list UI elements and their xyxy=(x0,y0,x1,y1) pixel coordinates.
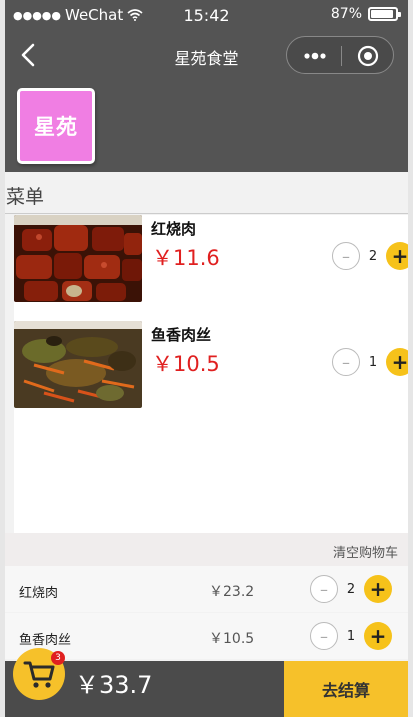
quantity-stepper: – 1 + xyxy=(310,622,392,650)
quantity-stepper: – 2 + xyxy=(310,575,392,603)
more-dots-icon[interactable] xyxy=(301,47,329,65)
cart-item-price: ￥10.5 xyxy=(209,631,255,647)
battery-group: 87% xyxy=(330,6,401,22)
clear-cart-button[interactable]: 清空购物车 xyxy=(333,542,398,561)
quantity-stepper: – 2 + xyxy=(332,242,408,270)
app-screen: ●●●●● WeChat 15:42 87% 星苑食堂 星苑 菜单 红烧肉 ￥1… xyxy=(5,0,408,717)
plus-icon: + xyxy=(369,624,387,648)
store-logo: 星苑 xyxy=(17,88,95,164)
plus-button[interactable]: + xyxy=(386,242,408,270)
battery-percent: 87% xyxy=(330,6,362,22)
plus-icon: + xyxy=(391,244,408,268)
cart-total: ￥33.7 xyxy=(75,671,153,699)
capsule-divider xyxy=(341,46,342,66)
dish-image xyxy=(14,321,142,408)
cart-row: 红烧肉 ￥23.2 – 2 + xyxy=(5,566,408,612)
battery-icon xyxy=(368,7,401,21)
minus-icon: – xyxy=(342,352,350,372)
dish-name: 鱼香肉丝 xyxy=(151,326,212,344)
dish-list: 红烧肉 ￥11.6 – 2 + 鱼香肉丝 ￥10.5 – 1 + xyxy=(14,215,408,533)
plus-button[interactable]: + xyxy=(364,575,392,603)
dish-image xyxy=(14,215,142,302)
store-header: 星苑 xyxy=(5,80,408,172)
quantity-value: 2 xyxy=(368,248,378,264)
minus-icon: – xyxy=(320,579,328,599)
mini-program-capsule xyxy=(286,36,394,74)
cart-item-name: 红烧肉 xyxy=(19,586,59,601)
plus-icon: + xyxy=(369,577,387,601)
dish-name: 红烧肉 xyxy=(151,220,197,238)
quantity-value: 2 xyxy=(346,581,356,597)
nav-bar: 星苑食堂 xyxy=(5,30,408,80)
minus-button[interactable]: – xyxy=(332,242,360,270)
minus-icon: – xyxy=(320,626,328,646)
menu-title: 菜单 xyxy=(5,172,408,214)
checkout-button[interactable]: 去结算 xyxy=(284,661,408,717)
target-icon[interactable] xyxy=(357,45,379,67)
status-bar: ●●●●● WeChat 15:42 87% xyxy=(5,0,408,30)
minus-icon: – xyxy=(342,246,350,266)
dish-price: ￥11.6 xyxy=(152,246,220,270)
dish-price: ￥10.5 xyxy=(152,352,220,376)
cart-header: 清空购物车 xyxy=(5,533,408,566)
cart-item-name: 鱼香肉丝 xyxy=(19,633,72,648)
quantity-value: 1 xyxy=(368,354,378,370)
plus-icon: + xyxy=(391,350,408,374)
list-item: 鱼香肉丝 ￥10.5 – 1 + xyxy=(14,321,408,411)
cart-count-badge: 3 xyxy=(51,651,65,665)
quantity-stepper: – 1 + xyxy=(332,348,408,376)
plus-button[interactable]: + xyxy=(364,622,392,650)
checkout-bar: ￥33.7 去结算 xyxy=(5,661,408,717)
cart-item-price: ￥23.2 xyxy=(209,584,255,600)
minus-button[interactable]: – xyxy=(310,575,338,603)
minus-button[interactable]: – xyxy=(310,622,338,650)
cart-icon xyxy=(23,661,55,688)
cart-row: 鱼香肉丝 ￥10.5 – 1 + xyxy=(5,613,408,659)
list-item: 红烧肉 ￥11.6 – 2 + xyxy=(14,215,408,305)
minus-button[interactable]: – xyxy=(332,348,360,376)
quantity-value: 1 xyxy=(346,628,356,644)
plus-button[interactable]: + xyxy=(386,348,408,376)
